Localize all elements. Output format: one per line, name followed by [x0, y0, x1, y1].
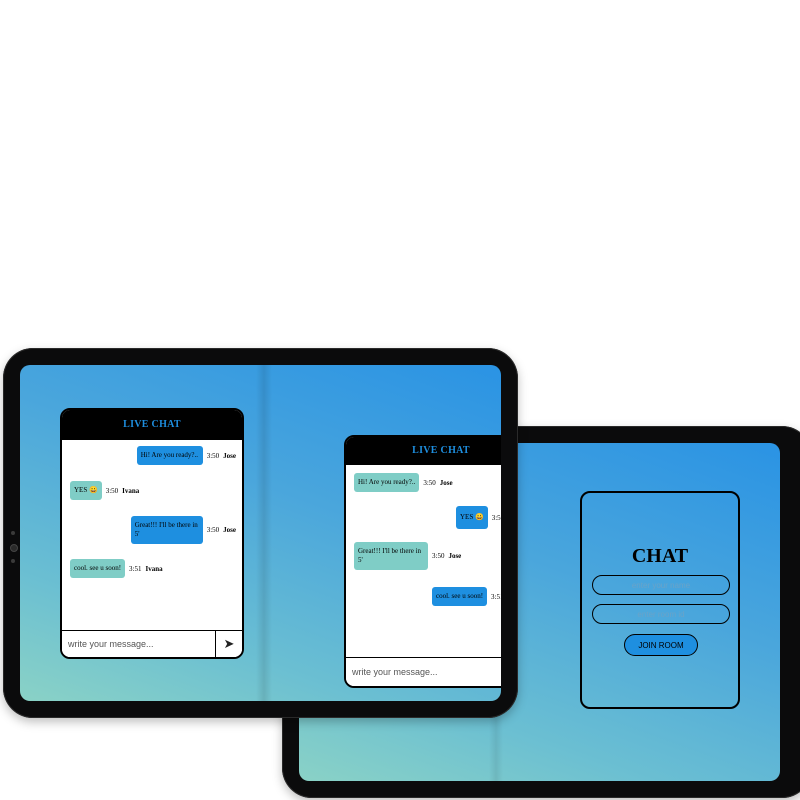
smile-emoji-icon: 😀 — [88, 486, 98, 494]
message-bubble: YES 😀 — [70, 481, 102, 500]
front-tablet-screen: LIVE CHAT Hi! Are you ready?.. 3:50 Jose… — [20, 365, 501, 701]
message-input[interactable] — [62, 631, 215, 657]
message-meta: 3:50 Jose — [432, 552, 462, 560]
join-room-button[interactable]: JOIN ROOM — [624, 634, 698, 656]
message-bubble: Great!!! I'll be there in 5' — [354, 542, 428, 570]
chat-footer — [346, 657, 501, 686]
message-meta: 3:50 Jose — [206, 526, 236, 534]
chat-title: LIVE CHAT — [412, 445, 470, 456]
front-tablet: LIVE CHAT Hi! Are you ready?.. 3:50 Jose… — [3, 348, 518, 718]
chat-footer: ➤ — [62, 630, 242, 657]
message-bubble: cool. see u soon! — [70, 559, 126, 578]
send-button[interactable]: ➤ — [215, 631, 242, 657]
message-row: YES 😀 3:50 — [456, 506, 501, 529]
join-title: CHAT — [631, 545, 689, 567]
chat-window-right: LIVE CHAT Hi! Are you ready?.. 3:50 Jose… — [344, 435, 501, 688]
send-arrow-icon: ➤ — [223, 636, 235, 651]
screen-seam — [256, 365, 272, 701]
join-room-card: CHAT JOIN ROOM — [580, 491, 740, 709]
name-input[interactable] — [592, 575, 730, 595]
room-id-input[interactable] — [592, 604, 730, 624]
message-meta: 3:50 Ivana — [105, 486, 140, 495]
message-meta: 3:51 Ivana — [129, 564, 163, 573]
message-meta: 3:51 — [491, 592, 501, 601]
chat-header: LIVE CHAT — [62, 410, 242, 440]
message-meta: 3:50 Jose — [423, 478, 453, 487]
message-input[interactable] — [346, 658, 501, 686]
chat-window-left: LIVE CHAT Hi! Are you ready?.. 3:50 Jose… — [60, 408, 244, 659]
message-row: cool. see u soon! 3:51 — [432, 587, 501, 606]
camera-dot — [11, 531, 15, 535]
message-bubble: Great!!! I'll be there in 5' — [130, 516, 203, 544]
message-bubble: Hi! Are you ready?.. — [136, 446, 203, 465]
message-row: Hi! Are you ready?.. 3:50 Jose — [136, 446, 236, 465]
chat-header: LIVE CHAT — [346, 437, 501, 465]
message-row: Hi! Are you ready?.. 3:50 Jose — [354, 473, 453, 492]
camera-lens — [10, 544, 18, 552]
message-bubble: cool. see u soon! — [432, 587, 488, 606]
message-bubble: Hi! Are you ready?.. — [354, 473, 420, 492]
message-row: Great!!! I'll be there in 5' 3:50 Jose — [354, 542, 461, 570]
message-row: cool. see u soon! 3:51 Ivana — [70, 559, 163, 578]
device-mockup-stage: CHAT JOIN ROOM LIVE CHAT Hi! Are you rea… — [0, 0, 800, 800]
message-bubble: YES 😀 — [456, 506, 488, 529]
message-row: Great!!! I'll be there in 5' 3:50 Jose — [130, 516, 236, 544]
chat-title: LIVE CHAT — [123, 419, 181, 430]
message-meta: 3:50 — [491, 513, 501, 522]
smile-emoji-icon: 😀 — [474, 513, 484, 521]
message-meta: 3:50 Jose — [206, 451, 236, 460]
sensor-dot — [11, 559, 15, 563]
message-row: YES 😀 3:50 Ivana — [70, 481, 139, 500]
